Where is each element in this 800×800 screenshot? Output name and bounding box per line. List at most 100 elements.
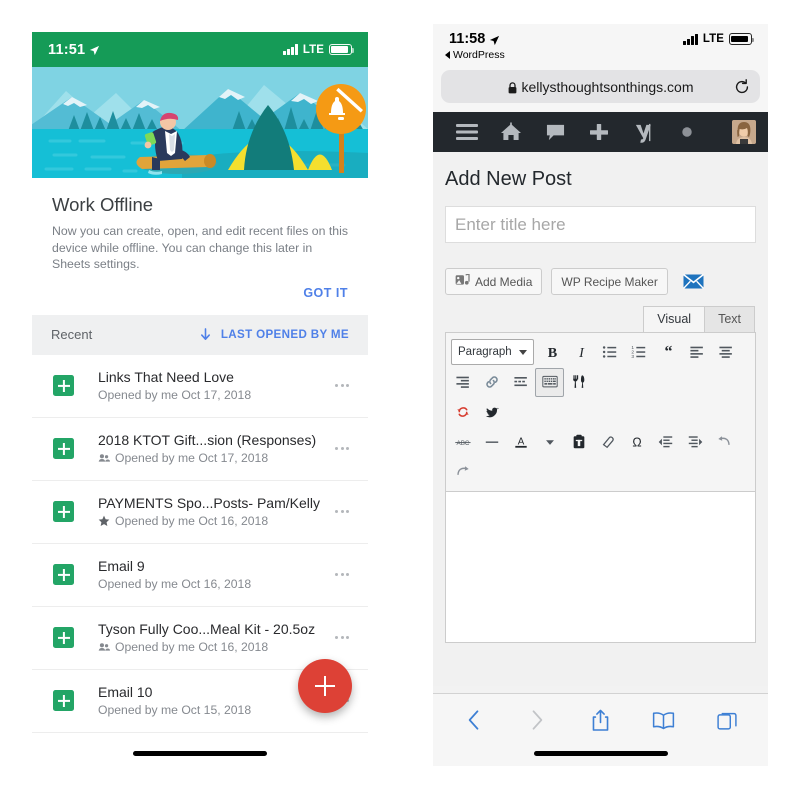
twitter-icon[interactable] [477, 398, 506, 427]
bulleted-list-icon[interactable] [596, 338, 625, 367]
editor-mode-tabs: Visual Text [445, 306, 756, 332]
comments-icon[interactable] [533, 112, 577, 152]
table-row[interactable]: Email 9 Opened by me Oct 16, 2018 [32, 544, 368, 607]
network-type-label: LTE [302, 43, 324, 56]
text-color-dropdown-icon[interactable] [535, 428, 564, 457]
read-more-icon[interactable] [506, 368, 535, 397]
wp-recipe-maker-button[interactable]: WP Recipe Maker [551, 268, 668, 295]
align-left-icon[interactable] [683, 338, 712, 367]
more-options-icon[interactable] [329, 510, 355, 513]
location-arrow-icon [89, 44, 100, 56]
svg-text:“: “ [664, 344, 672, 360]
reload-icon[interactable] [734, 78, 750, 95]
google-sheets-icon [53, 564, 74, 585]
paragraph-format-select[interactable]: Paragraph [451, 339, 534, 365]
shared-icon [98, 452, 110, 464]
tab-visual[interactable]: Visual [643, 306, 706, 332]
redo-icon[interactable] [448, 458, 477, 487]
got-it-button[interactable]: GOT IT [303, 286, 348, 300]
revive-old-post-icon[interactable] [448, 398, 477, 427]
sort-control[interactable]: LAST OPENED BY ME [199, 327, 349, 342]
avatar[interactable] [732, 120, 756, 144]
work-offline-illustration [32, 67, 368, 178]
file-subtitle: Opened by me Oct 17, 2018 [98, 388, 252, 402]
file-subtitle: Opened by me Oct 15, 2018 [98, 703, 252, 717]
post-content-area[interactable] [445, 492, 756, 643]
insert-link-icon[interactable] [477, 368, 506, 397]
undo-icon[interactable] [709, 428, 738, 457]
italic-icon[interactable]: I [567, 338, 596, 367]
file-meta: Email 9 Opened by me Oct 16, 2018 [98, 558, 329, 591]
safari-address-bar-area: kellysthoughtsonthings.com [433, 70, 768, 112]
status-bar-indicators: LTE [283, 43, 355, 56]
recent-label: Recent [51, 327, 93, 342]
more-options-icon[interactable] [329, 384, 355, 387]
address-bar[interactable]: kellysthoughtsonthings.com [441, 70, 760, 103]
back-triangle-icon [445, 51, 450, 59]
chevron-down-icon [518, 349, 527, 355]
back-icon[interactable] [459, 706, 489, 734]
bookmarks-icon[interactable] [649, 706, 679, 734]
special-character-icon[interactable]: Ω [622, 428, 651, 457]
create-new-button[interactable] [298, 659, 352, 713]
align-right-icon[interactable] [448, 368, 477, 397]
more-options-icon[interactable] [329, 636, 355, 639]
table-row[interactable]: PAYMENTS Spo...Posts- Pam/Kelly Opened b… [32, 481, 368, 544]
new-content-icon[interactable] [577, 112, 621, 152]
paragraph-format-value: Paragraph [458, 346, 512, 358]
add-media-button[interactable]: Add Media [445, 268, 543, 295]
tabs-icon[interactable] [712, 706, 742, 734]
clear-formatting-icon[interactable] [593, 428, 622, 457]
table-row[interactable]: 2018 KTOT Gift...sion (Responses) Opened… [32, 418, 368, 481]
text-color-icon[interactable]: A [506, 428, 535, 457]
arrow-down-icon [199, 327, 212, 342]
toolbar-toggle-icon[interactable] [535, 367, 564, 397]
wordpress-admin-bar [433, 112, 768, 152]
home-icon[interactable] [489, 112, 533, 152]
file-subtitle-row: Opened by me Oct 15, 2018 [98, 703, 329, 717]
indent-icon[interactable] [680, 428, 709, 457]
file-subtitle: Opened by me Oct 16, 2018 [115, 640, 269, 654]
file-meta: Email 10 Opened by me Oct 15, 2018 [98, 684, 329, 717]
google-sheets-phone-screen: 11:51 LTE Work Offline Now you can creat… [32, 32, 368, 765]
file-subtitle-row: Opened by me Oct 16, 2018 [98, 514, 329, 528]
yoast-seo-icon[interactable] [621, 112, 665, 152]
blockquote-icon[interactable]: “ [654, 338, 683, 367]
table-row[interactable]: Links That Need Love Opened by me Oct 17… [32, 355, 368, 418]
tab-text[interactable]: Text [705, 306, 755, 332]
paste-as-text-icon[interactable] [564, 428, 593, 457]
file-subtitle-row: Opened by me Oct 16, 2018 [98, 577, 329, 591]
post-title-input[interactable] [445, 206, 756, 243]
menu-icon[interactable] [445, 112, 489, 152]
back-to-app-link[interactable]: WordPress [445, 49, 505, 61]
more-options-icon[interactable] [329, 447, 355, 450]
bold-icon[interactable]: B [538, 338, 567, 367]
battery-icon [729, 33, 755, 45]
share-icon[interactable] [586, 706, 616, 734]
align-center-icon[interactable] [712, 338, 741, 367]
add-media-label: Add Media [475, 274, 533, 289]
back-to-app-label: WordPress [453, 49, 505, 61]
network-type-label: LTE [702, 33, 724, 45]
file-name: Email 9 [98, 558, 145, 574]
toolbar-row-3 [448, 397, 753, 427]
file-subtitle: Opened by me Oct 16, 2018 [98, 577, 252, 591]
strikethrough-icon[interactable]: ABC [448, 428, 477, 457]
file-name: Links That Need Love [98, 369, 234, 385]
file-name: PAYMENTS Spo...Posts- Pam/Kelly [98, 495, 320, 511]
email-icon[interactable] [682, 273, 704, 289]
star-icon [98, 515, 110, 527]
numbered-list-icon[interactable]: 123 [625, 338, 654, 367]
promo-actions: GOT IT [32, 273, 368, 315]
recipe-fork-knife-icon[interactable] [564, 368, 593, 397]
horizontal-rule-icon[interactable] [477, 428, 506, 457]
toolbar-row-4: ABC A Ω [448, 427, 753, 457]
file-name: Tyson Fully Coo...Meal Kit - 20.5oz [98, 621, 316, 637]
toolbar-row-2 [448, 367, 753, 397]
outdent-icon[interactable] [651, 428, 680, 457]
svg-text:ABC: ABC [456, 440, 469, 447]
more-options-icon[interactable] [329, 573, 355, 576]
home-indicator [533, 751, 668, 756]
status-dot-icon[interactable] [665, 112, 709, 152]
file-subtitle-row: Opened by me Oct 17, 2018 [98, 451, 329, 465]
